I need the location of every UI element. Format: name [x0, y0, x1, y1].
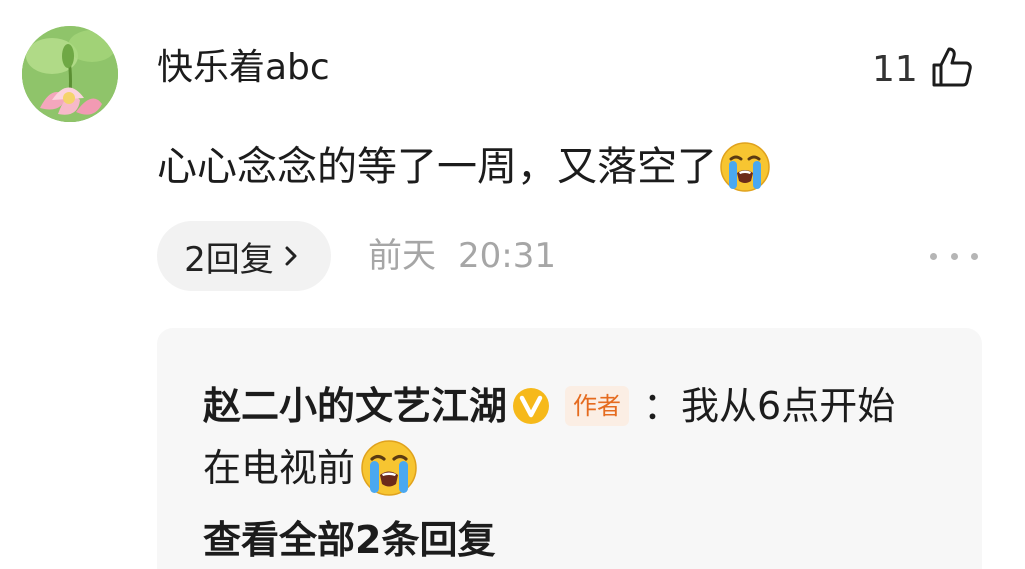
reply-second-line: 在电视前: [203, 438, 419, 498]
comment-text: 心心念念的等了一周，又落空了: [157, 140, 771, 194]
timestamp-day: 前天: [368, 236, 436, 276]
more-dots-icon[interactable]: [930, 246, 978, 266]
comment-text-content: 心心念念的等了一周，又落空了: [157, 144, 717, 190]
reply-first-line: 赵二小的文艺江湖 作者 ： 我从6点开始: [203, 380, 895, 432]
crying-face-icon: [720, 142, 770, 192]
replies-label: 2回复: [184, 239, 274, 280]
reply-colon: ：: [643, 384, 682, 428]
dot: [930, 252, 937, 260]
lotus-avatar-image: [22, 26, 118, 122]
comment-timestamp: 前天 20:31: [368, 233, 556, 279]
dot: [971, 252, 978, 260]
verified-v-badge-icon: [513, 388, 550, 424]
comment-card: 快乐着abc 11 心心念念的等了一周，又落空了 2回复 前天 20:31 赵二…: [0, 0, 1025, 569]
author-tag: 作者: [565, 386, 630, 426]
like-count: 11: [872, 49, 918, 90]
view-all-replies-link[interactable]: 查看全部2条回复: [203, 514, 495, 566]
timestamp-clock: 20:31: [458, 236, 556, 276]
reply-text-line1: 我从6点开始: [681, 384, 896, 428]
crying-face-icon: [361, 440, 417, 496]
chevron-right-icon: [285, 246, 297, 266]
reply-author-name[interactable]: 赵二小的文艺江湖: [203, 380, 507, 432]
replies-button[interactable]: 2回复: [157, 221, 331, 291]
thumbs-up-icon[interactable]: [928, 44, 976, 92]
comment-username[interactable]: 快乐着abc: [157, 44, 330, 92]
dot: [950, 252, 958, 260]
avatar[interactable]: [22, 26, 118, 122]
reply-preview-box[interactable]: 赵二小的文艺江湖 作者 ： 我从6点开始 在电视前 查看全部2条回复: [157, 328, 982, 569]
reply-text-line2: 在电视前: [203, 446, 356, 490]
